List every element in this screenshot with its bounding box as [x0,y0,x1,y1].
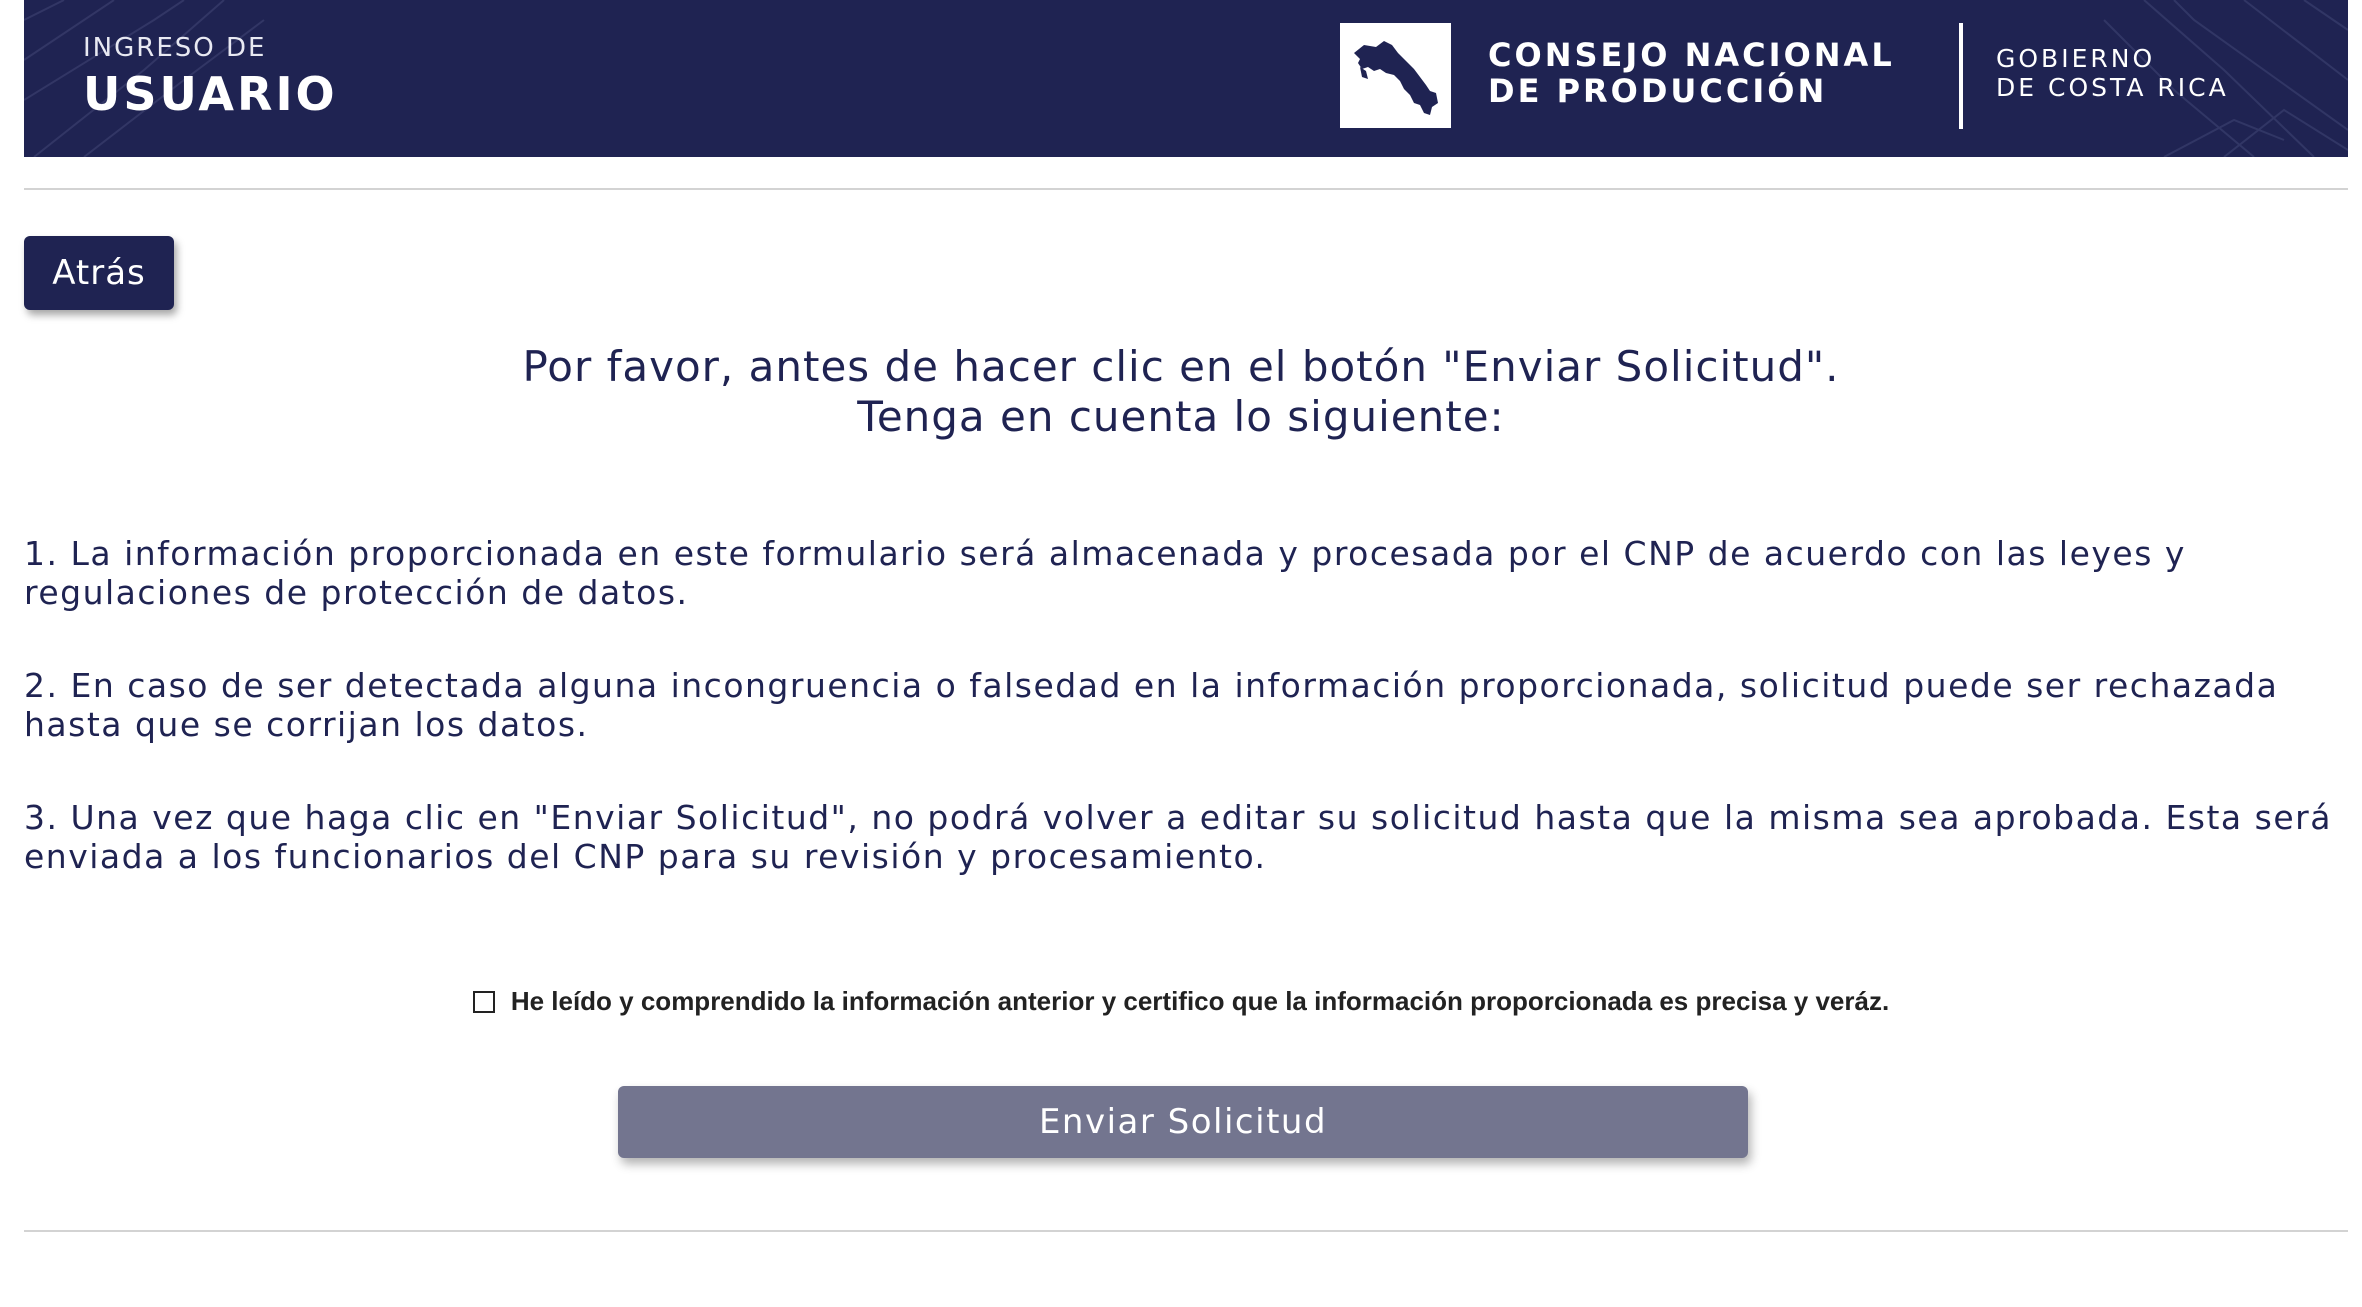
gov-name-line1: GOBIERNO [1996,44,2156,73]
submit-request-button[interactable]: Enviar Solicitud [618,1086,1748,1158]
notice-item: 2. En caso de ser detectada alguna incon… [24,666,2279,744]
header-title-block: INGRESO DE USUARIO [83,32,338,124]
notice-list: 1. La información proporcionada en este … [24,534,2344,930]
header-divider [1959,23,1963,129]
org-name-line2: DE PRODUCCIÓN [1488,72,1828,110]
page: INGRESO DE USUARIO CONSEJO NACIONAL DE P… [0,0,2362,1307]
organization-name: CONSEJO NACIONAL DE PRODUCCIÓN [1488,37,1895,109]
government-name: GOBIERNO DE COSTA RICA [1996,44,2229,102]
gov-name-line2: DE COSTA RICA [1996,73,2229,102]
bottom-divider [24,1230,2348,1232]
header-title: USUARIO [83,67,338,121]
header-banner: INGRESO DE USUARIO CONSEJO NACIONAL DE P… [24,0,2348,157]
back-button[interactable]: Atrás [24,236,174,310]
costa-rica-map-icon [1354,41,1438,115]
instructions-heading-line2: Tenga en cuenta lo siguiente: [857,392,1505,441]
cnp-logo [1340,23,1451,128]
org-name-line1: CONSEJO NACIONAL [1488,36,1895,74]
instructions-heading-line1: Por favor, antes de hacer clic en el bot… [522,342,1840,391]
confirmation-label[interactable]: He leído y comprendido la información an… [511,986,1889,1017]
confirmation-row: He leído y comprendido la información an… [0,986,2362,1017]
instructions-heading: Por favor, antes de hacer clic en el bot… [0,342,2362,442]
notice-item: 1. La información proporcionada en este … [24,534,2186,612]
top-divider [24,188,2348,190]
confirmation-checkbox[interactable] [472,990,495,1013]
notice-item: 3. Una vez que haga clic en "Enviar Soli… [24,798,2332,876]
header-subtitle: INGRESO DE [83,33,267,63]
